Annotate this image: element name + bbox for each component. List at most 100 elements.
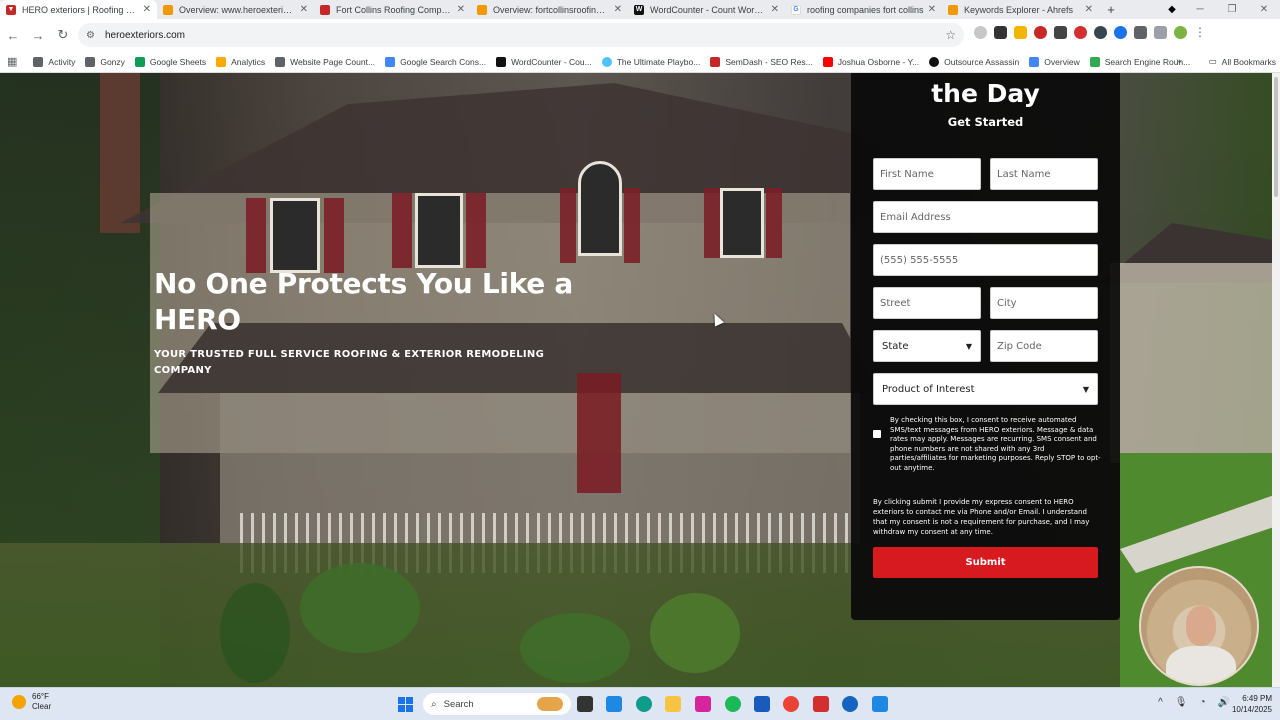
all-bookmarks[interactable]: ▭ All Bookmarks [1209,56,1276,67]
wordcounter-icon [496,56,507,67]
file-explorer-icon[interactable] [665,696,681,712]
tab-hero-exteriors[interactable]: ▼ HERO exteriors | Roofing & Ext ✕ [0,0,157,19]
extension-icon[interactable] [974,25,987,39]
spotify-icon[interactable] [725,696,741,712]
close-icon[interactable]: ✕ [614,4,622,15]
tab-overview-heroexteriors[interactable]: Overview: www.heroexteriors.c ✕ [157,0,314,19]
microphone-icon[interactable]: 🎙 [1175,697,1188,708]
tab-overview-fortcollinsroofing[interactable]: Overview: fortcollinsroofing.co ✕ [471,0,628,19]
extension-icon[interactable] [1074,25,1087,39]
gemini-icon[interactable]: ◆ [1164,2,1180,17]
close-icon[interactable]: ✕ [771,4,779,15]
taskbar-search-label: Search [443,698,474,710]
remote-desktop-icon[interactable] [872,696,888,712]
search-highlight-icon [537,697,563,711]
email-field[interactable]: Email Address [873,201,1098,233]
product-select-value: Product of Interest [882,383,975,395]
close-icon[interactable]: ✕ [143,4,151,15]
bookmark-search-console[interactable]: Google Search Cons... [385,56,486,67]
volume-icon[interactable]: 🔊 [1218,697,1230,708]
back-arrow-icon[interactable]: ← [1,23,25,47]
extension-icon[interactable] [1034,25,1047,39]
bookmark-semdash[interactable]: SemDash - SEO Res... [710,56,813,67]
recorder-icon[interactable] [813,696,829,712]
scrollbar-thumb[interactable] [1274,77,1278,197]
submit-button[interactable]: Submit [873,547,1098,578]
side-panel-icon[interactable] [1154,25,1167,39]
state-select[interactable]: State ▼ [873,330,981,362]
sms-consent-checkbox[interactable] [873,430,881,438]
puzzle-icon[interactable] [1134,25,1147,39]
edge-icon[interactable] [636,696,652,712]
product-select[interactable]: Product of Interest ▼ [873,373,1098,405]
forward-arrow-icon[interactable]: → [26,23,50,47]
first-name-field[interactable]: First Name [873,158,981,190]
bookmark-wordcounter[interactable]: WordCounter - Cou... [496,56,592,67]
extension-icon[interactable] [1014,25,1027,39]
chrome-icon[interactable] [783,696,799,712]
bookmark-joshua-osborne[interactable]: Joshua Osborne - Y... [822,56,919,67]
minimize-icon[interactable]: ─ [1184,4,1216,15]
tab-google-search[interactable]: G roofing companies fort collins ✕ [785,0,942,19]
bookmark-google-sheets[interactable]: Google Sheets [134,56,206,67]
tab-wordcounter[interactable]: W WordCounter - Count Words & ✕ [628,0,785,19]
bookmark-ultimate-playbook[interactable]: The Ultimate Playbo... [601,56,700,67]
phone-field[interactable]: (555) 555-5555 [873,244,1098,276]
shrub [520,613,630,683]
bookmark-label: Analytics [231,56,266,67]
chevron-up-icon[interactable]: ^ [1158,697,1163,708]
menu-dots-icon[interactable]: ⋮ [1194,25,1206,39]
taskbar-search[interactable]: ⌕ Search [423,693,571,715]
city-field[interactable]: City [990,287,1098,319]
tab-label: HERO exteriors | Roofing & Ext [22,4,139,15]
bookmark-website-page-count[interactable]: Website Page Count... [275,56,375,67]
apps-grid-icon[interactable]: ▦ [7,55,17,68]
word-icon[interactable] [754,696,770,712]
close-window-icon[interactable]: ✕ [1248,4,1280,15]
taskbar-clock[interactable]: 6:49 PM 10/14/2025 [1232,693,1272,715]
bookmark-gonzy[interactable]: Gonzy [85,56,125,67]
bookmark-overview[interactable]: Overview [1029,56,1080,67]
windows-start-icon[interactable] [398,697,413,712]
extension-icon[interactable] [1114,25,1127,39]
last-name-field[interactable]: Last Name [990,158,1098,190]
youtube-icon [822,56,833,67]
webcam-overlay [1139,566,1259,686]
street-field[interactable]: Street [873,287,981,319]
tab-ahrefs[interactable]: Keywords Explorer - Ahrefs ✕ [942,0,1099,19]
reload-icon[interactable]: ↻ [51,23,75,47]
hero-subheadline: YOUR TRUSTED FULL SERVICE ROOFING & EXTE… [154,349,545,376]
bookmark-analytics[interactable]: Analytics [216,56,266,67]
pin-icon [275,56,286,67]
system-tray: ^ 🎙 ◔ 🔊 [1158,697,1230,708]
extension-icon[interactable] [994,25,1007,39]
close-icon[interactable]: ✕ [457,4,465,15]
close-icon[interactable]: ✕ [928,4,936,15]
instagram-icon[interactable] [695,696,711,712]
weather-widget[interactable]: 66°F Clear [12,692,51,712]
extension-icon[interactable] [1094,25,1107,39]
close-icon[interactable]: ✕ [1085,4,1093,15]
maximize-icon[interactable]: ❐ [1216,4,1248,15]
house-shutter [392,193,412,268]
tab-fort-collins-roofing[interactable]: Fort Collins Roofing Company ✕ [314,0,471,19]
zip-field[interactable]: Zip Code [990,330,1098,362]
chevron-right-icon[interactable]: » [1176,56,1182,67]
tab-label: roofing companies fort collins [807,4,924,15]
avatar[interactable] [1174,25,1187,39]
site-info-icon[interactable]: ⚙ [86,30,95,41]
new-tab-button[interactable]: + [1099,0,1123,19]
tab-label: Fort Collins Roofing Company [336,4,453,15]
extension-icon[interactable] [1054,25,1067,39]
page-scrollbar[interactable] [1272,73,1280,687]
bookmark-outsource-assassin[interactable]: Outsource Assassin [929,56,1019,67]
calculator-icon[interactable] [606,696,622,712]
address-bar[interactable]: ⚙ heroexteriors.com ☆ [78,23,964,47]
wifi-icon[interactable]: ◔ [1200,697,1206,708]
bookmark-star-icon[interactable]: ☆ [945,28,956,42]
settings-icon[interactable] [842,696,858,712]
task-view-icon[interactable] [577,696,593,712]
close-icon[interactable]: ✕ [300,4,308,15]
bookmark-activity[interactable]: Activity [33,56,76,67]
bookmark-label: Activity [48,56,76,67]
